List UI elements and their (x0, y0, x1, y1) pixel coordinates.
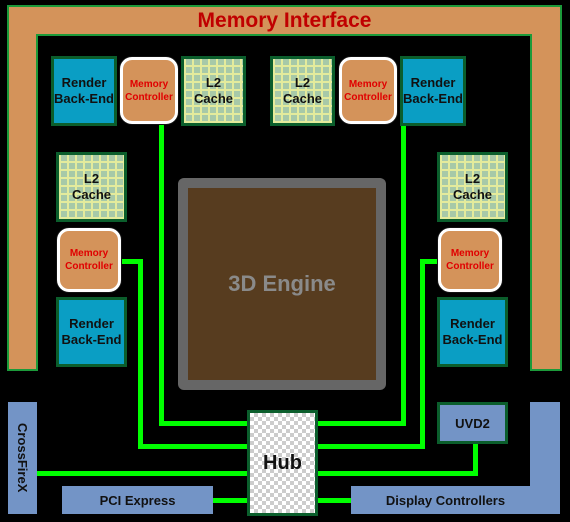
uvd2-label: UVD2 (455, 415, 490, 431)
bus-top-left-mc (159, 124, 164, 426)
render-backend-label-2: Back-End (54, 91, 114, 106)
bus-left-mc-h2 (138, 444, 249, 449)
bus-left-mc (138, 259, 143, 449)
3d-engine: 3D Engine (188, 188, 376, 380)
bus-right-mc-h2 (316, 444, 425, 449)
l2-cache-right: L2 Cache (437, 152, 508, 222)
l2-cache-label-1: L2 (83, 171, 100, 186)
memory-controller-label-2: Controller (125, 91, 173, 103)
bus-display (316, 498, 353, 503)
render-backend-label-2: Back-End (403, 91, 463, 106)
memory-controller-right: Memory Controller (438, 228, 502, 292)
memory-controller-label-1: Memory (348, 78, 388, 90)
memory-controller-label-1: Memory (69, 248, 109, 259)
l2-cache-top-right: L2 Cache (270, 56, 335, 126)
memory-controller-top-left: Memory Controller (120, 57, 178, 124)
pci-express: PCI Express (62, 486, 213, 514)
l2-cache-label-1: L2 (205, 75, 222, 90)
render-backend-label-1: Render (410, 75, 456, 90)
hub-label: Hub (263, 451, 302, 474)
render-backend-top-left: Render Back-End (51, 56, 117, 126)
l2-cache-label-1: L2 (464, 171, 481, 186)
l2-cache-label-2: Cache (193, 91, 234, 106)
bus-crossfire (37, 471, 249, 476)
bus-right-mc (420, 259, 425, 449)
crossfirex: CrossFireX (8, 402, 37, 514)
memory-controller-label-1: Memory (129, 78, 169, 90)
bus-pci (212, 498, 249, 503)
memory-interface-fill-left (9, 7, 36, 369)
memory-controller-label-2: Controller (65, 261, 113, 272)
render-backend-right: Render Back-End (437, 297, 508, 367)
memory-interface-fill-right (532, 7, 560, 369)
l2-cache-label-1: L2 (294, 75, 311, 90)
display-controllers: Display Controllers (351, 486, 560, 514)
l2-cache-label-2: Cache (282, 91, 323, 106)
memory-controller-label-1: Memory (450, 248, 490, 259)
memory-controller-left: Memory Controller (57, 228, 121, 292)
3d-engine-frame: 3D Engine (178, 178, 386, 390)
3d-engine-label: 3D Engine (228, 271, 336, 296)
hub: Hub (247, 410, 318, 516)
bus-top-left-mc-h (159, 421, 249, 426)
memory-controller-label-2: Controller (344, 91, 392, 103)
l2-cache-left: L2 Cache (56, 152, 127, 222)
bus-top-right-mc (401, 124, 406, 426)
render-backend-label-1: Render (61, 75, 107, 90)
render-backend-label-1: Render (69, 316, 114, 331)
render-backend-label-2: Back-End (61, 332, 122, 347)
l2-cache-label-2: Cache (452, 187, 493, 202)
l2-cache-top-left: L2 Cache (181, 56, 246, 126)
memory-controller-label-2: Controller (446, 261, 494, 272)
crossfirex-label: CrossFireX (15, 423, 30, 493)
l2-cache-label-2: Cache (71, 187, 112, 202)
memory-interface-inner-edge (36, 34, 532, 36)
bus-uvd (316, 471, 478, 476)
memory-controller-top-right: Memory Controller (339, 57, 397, 124)
bus-top-right-mc-h (316, 421, 406, 426)
memory-interface-title: Memory Interface (197, 9, 372, 32)
render-backend-label-2: Back-End (442, 332, 503, 347)
uvd2: UVD2 (437, 402, 508, 444)
render-backend-top-right: Render Back-End (400, 56, 466, 126)
render-backend-label-1: Render (450, 316, 495, 331)
display-controllers-label: Display Controllers (385, 492, 506, 508)
pci-express-label: PCI Express (99, 492, 176, 508)
render-backend-left: Render Back-End (56, 297, 127, 367)
